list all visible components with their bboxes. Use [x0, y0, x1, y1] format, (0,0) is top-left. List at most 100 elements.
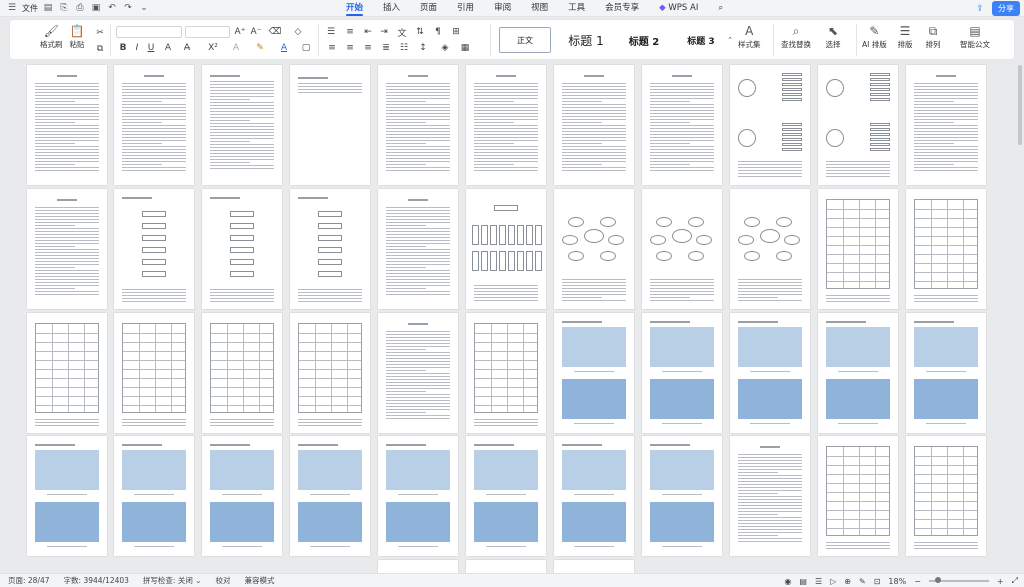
align-right-icon[interactable]: ≡	[362, 42, 374, 54]
undo-icon[interactable]: ↶	[106, 2, 118, 14]
text-line	[650, 155, 714, 156]
cloud-sync-icon[interactable]: ⇪	[974, 3, 986, 15]
char-border-icon[interactable]: ▢	[300, 42, 312, 54]
cut-icon[interactable]: ✂	[94, 27, 106, 39]
font-size-select[interactable]	[185, 26, 230, 38]
zoom-slider[interactable]	[928, 577, 989, 583]
paste-button[interactable]: 📋 粘贴	[68, 23, 86, 50]
tab-tools[interactable]: 工具	[558, 0, 595, 17]
fullscreen-icon[interactable]: ⤢	[1012, 576, 1018, 586]
tab-home[interactable]: 开始	[336, 0, 373, 17]
pen-icon[interactable]: ✎	[859, 577, 866, 586]
fit-width-icon[interactable]: ⊡	[874, 577, 881, 586]
bullet-list-icon[interactable]: ☰	[324, 26, 338, 38]
vertical-scrollbar[interactable]	[1017, 61, 1023, 573]
format-painter-button[interactable]: 🖌 格式刷	[40, 23, 63, 50]
highlight-icon[interactable]: ✎	[254, 42, 266, 54]
style-normal[interactable]: 正文	[499, 27, 551, 53]
page-indicator[interactable]: 页面: 28/47	[8, 575, 50, 586]
spell-check-toggle[interactable]: 拼写检查: 关闭 ⌄	[143, 575, 202, 586]
bold-icon[interactable]: B	[118, 42, 128, 54]
chevron-down-icon[interactable]: ⌄	[138, 2, 150, 14]
align-center-icon[interactable]: ≡	[344, 42, 356, 54]
caption-line	[398, 546, 438, 547]
borders-icon[interactable]: ▦	[458, 42, 472, 54]
style-heading-3[interactable]: 标题 3	[674, 27, 728, 53]
numbered-list-icon[interactable]: ≡	[343, 26, 357, 38]
preview-icon[interactable]: ▣	[90, 2, 102, 14]
underline-icon[interactable]: U	[146, 42, 156, 54]
strikethrough-icon[interactable]: A	[162, 42, 174, 54]
zoom-value[interactable]: 18%	[888, 577, 906, 586]
copy-icon[interactable]: ⧉	[94, 43, 106, 55]
search-button[interactable]: ⌕	[708, 0, 733, 17]
style-heading-1[interactable]: 标题 1	[556, 27, 616, 53]
outline-view-icon[interactable]: ☰	[815, 577, 822, 586]
screenshot-image	[738, 327, 802, 367]
file-menu[interactable]: ☰ 文件 ▤ ⎘ ⎙ ▣ ↶ ↷ ⌄	[6, 2, 150, 14]
redo-icon[interactable]: ↷	[122, 2, 134, 14]
justify-icon[interactable]: ≣	[380, 42, 392, 54]
web-view-icon[interactable]: ⊕	[844, 577, 851, 586]
style-heading-2[interactable]: 标题 2	[617, 27, 671, 53]
superscript-icon[interactable]: X²	[206, 42, 220, 54]
proofread-button[interactable]: 校对	[216, 575, 231, 586]
text-line	[474, 149, 538, 150]
document-canvas[interactable]	[0, 61, 1024, 573]
eye-icon[interactable]: ◉	[784, 577, 791, 586]
save-icon[interactable]: ▤	[42, 2, 54, 14]
zoom-out-icon[interactable]: −	[914, 577, 921, 586]
find-replace-button[interactable]: ⌕ 查找替换	[781, 23, 811, 50]
distribute-icon[interactable]: ☷	[398, 42, 410, 54]
file-label[interactable]: 文件	[22, 3, 38, 14]
show-marks-icon[interactable]: ¶	[432, 26, 444, 38]
italic-icon[interactable]: I	[132, 42, 142, 54]
print-icon[interactable]: ⎙	[74, 2, 86, 14]
word-count[interactable]: 字数: 3944/12403	[64, 575, 129, 586]
smart-doc-button[interactable]: ▤ 智能公文	[960, 23, 990, 50]
font-color-icon[interactable]: A	[278, 42, 290, 54]
tab-insert[interactable]: 插入	[373, 0, 410, 17]
ai-layout-button[interactable]: ✎ AI 排版	[862, 23, 887, 50]
font-name-select[interactable]	[116, 26, 182, 38]
menu-icon[interactable]: ☰	[6, 2, 18, 14]
shading-icon[interactable]: ◈	[438, 42, 452, 54]
text-effect-icon[interactable]: A	[230, 42, 242, 54]
tab-page[interactable]: 页面	[410, 0, 447, 17]
share-label: 分享	[998, 4, 1014, 13]
style-set-button[interactable]: A 样式集	[738, 23, 761, 50]
sort-icon[interactable]: ⇅	[414, 26, 426, 38]
table-rule	[123, 396, 185, 397]
export-icon[interactable]: ⎘	[58, 2, 70, 14]
layout-button[interactable]: ☰ 排版	[896, 23, 914, 50]
scrollbar-thumb[interactable]	[1018, 65, 1022, 145]
select-button[interactable]: ⬉ 选择	[824, 23, 842, 50]
line-spacing-icon[interactable]: ↕	[416, 42, 430, 54]
decrease-indent-icon[interactable]: ⇤	[362, 26, 374, 38]
chinese-layout-icon[interactable]: 文	[396, 26, 408, 39]
arrange-button[interactable]: ⧉ 排列	[924, 23, 942, 50]
grow-font-icon[interactable]: A⁺	[234, 26, 246, 38]
increase-indent-icon[interactable]: ⇥	[378, 26, 390, 38]
tab-view[interactable]: 视图	[521, 0, 558, 17]
align-left-icon[interactable]: ≡	[326, 42, 338, 54]
tab-wps-ai[interactable]: ◆ WPS AI	[649, 0, 708, 17]
eraser-icon[interactable]: ◇	[292, 26, 304, 38]
screenshot-image	[474, 450, 538, 490]
tab-member[interactable]: 会员专享	[595, 0, 649, 17]
table-icon[interactable]: ⊞	[450, 26, 462, 38]
clear-format-icon[interactable]: ⌫	[268, 26, 282, 38]
table-rule	[827, 227, 889, 228]
tab-review[interactable]: 审阅	[484, 0, 521, 17]
zoom-in-icon[interactable]: +	[997, 577, 1004, 586]
shrink-font-icon[interactable]: A⁻	[250, 26, 262, 38]
page-view-icon[interactable]: ▤	[799, 577, 807, 586]
text-line	[562, 122, 602, 123]
tab-references[interactable]: 引用	[447, 0, 484, 17]
share-button[interactable]: 分享	[992, 1, 1020, 16]
text-line	[738, 167, 802, 168]
styles-scroll-icon[interactable]: ⌃	[726, 27, 734, 53]
play-icon[interactable]: ▷	[830, 577, 836, 586]
text-line	[386, 128, 450, 129]
strikethrough-dropdown-icon[interactable]: A̶	[180, 42, 194, 54]
